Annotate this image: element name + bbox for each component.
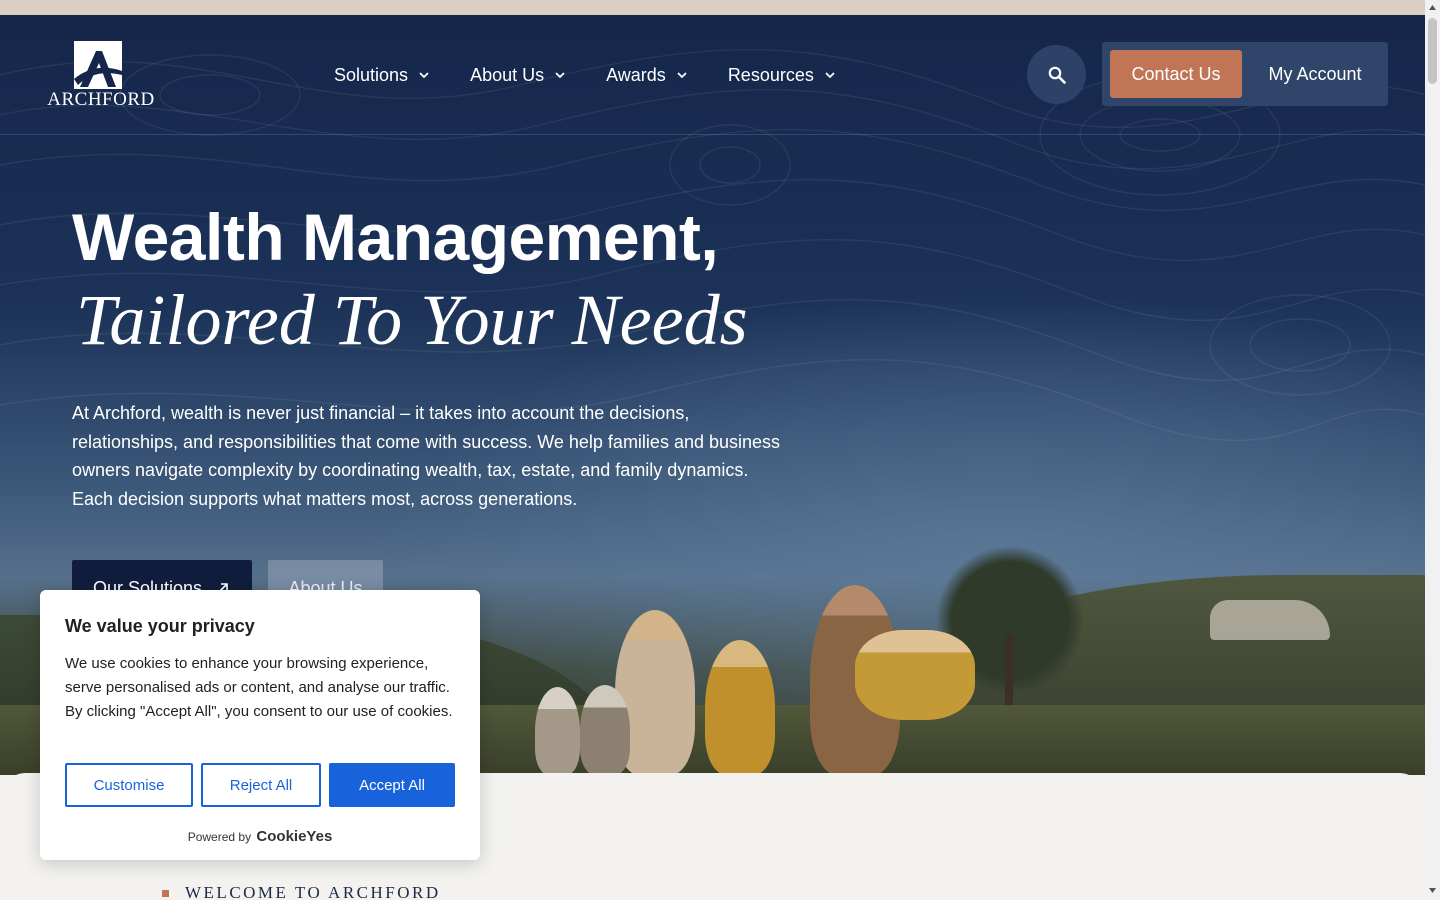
hero-headline: Wealth Management, bbox=[72, 200, 719, 274]
menu-item-solutions[interactable]: Solutions bbox=[334, 60, 430, 90]
customise-button[interactable]: Customise bbox=[65, 763, 193, 807]
eyebrow-text: WELCOME TO ARCHFORD bbox=[185, 883, 441, 900]
search-icon bbox=[1048, 66, 1066, 84]
contact-us-button[interactable]: Contact Us bbox=[1110, 50, 1242, 98]
family-person bbox=[855, 630, 975, 720]
scroll-down-icon[interactable] bbox=[1428, 886, 1437, 895]
reject-all-button[interactable]: Reject All bbox=[201, 763, 321, 807]
hero-description: At Archford, wealth is never just financ… bbox=[72, 403, 781, 509]
archford-wordmark: ARCHFORD bbox=[47, 89, 155, 110]
site-header: ARCHFORD Solutions About Us Awards Resou… bbox=[0, 15, 1425, 135]
family-person bbox=[580, 685, 630, 775]
menu-item-label: About Us bbox=[470, 64, 545, 85]
menu-item-label: Solutions bbox=[334, 64, 409, 85]
cookie-consent-dialog: We value your privacy We use cookies to … bbox=[40, 590, 480, 860]
menu-item-awards[interactable]: Awards bbox=[606, 60, 688, 90]
powered-by: Powered by CookieYes bbox=[40, 828, 480, 845]
menu-item-label: Resources bbox=[727, 64, 814, 85]
family-person bbox=[535, 687, 580, 775]
archford-logo-mark-icon bbox=[74, 41, 122, 89]
cookie-body: We use cookies to enhance your browsing … bbox=[65, 655, 453, 720]
header-cta-group: Contact Us My Account bbox=[1102, 42, 1388, 106]
main-menu: Solutions About Us Awards Resources bbox=[334, 60, 876, 90]
section-eyebrow: WELCOME TO ARCHFORD bbox=[162, 883, 441, 900]
cliff bbox=[1210, 600, 1330, 640]
menu-item-resources[interactable]: Resources bbox=[728, 60, 836, 90]
chevron-down-icon bbox=[419, 72, 429, 79]
cookie-title: We value your privacy bbox=[65, 616, 255, 636]
search-button[interactable] bbox=[1027, 45, 1086, 104]
my-account-link[interactable]: My Account bbox=[1251, 50, 1379, 98]
archford-logo[interactable]: ARCHFORD bbox=[36, 41, 166, 111]
powered-by-label: Powered by bbox=[187, 830, 252, 844]
eyebrow-square-icon bbox=[162, 889, 169, 897]
menu-item-label: Awards bbox=[606, 64, 666, 85]
chevron-down-icon bbox=[555, 72, 565, 79]
scroll-up-icon[interactable] bbox=[1428, 3, 1437, 12]
family-person bbox=[705, 640, 775, 775]
menu-item-about-us[interactable]: About Us bbox=[470, 60, 566, 90]
top-announcement-strip bbox=[0, 0, 1425, 15]
cookieyes-logo[interactable]: CookieYes bbox=[256, 828, 332, 845]
scroll-thumb[interactable] bbox=[1428, 18, 1437, 84]
page-scrollbar[interactable] bbox=[1425, 0, 1440, 900]
accept-all-button[interactable]: Accept All bbox=[329, 763, 455, 807]
hero-headline-italic: Tailored To Your Needs bbox=[76, 280, 748, 360]
chevron-down-icon bbox=[677, 72, 687, 79]
chevron-down-icon bbox=[825, 72, 835, 79]
